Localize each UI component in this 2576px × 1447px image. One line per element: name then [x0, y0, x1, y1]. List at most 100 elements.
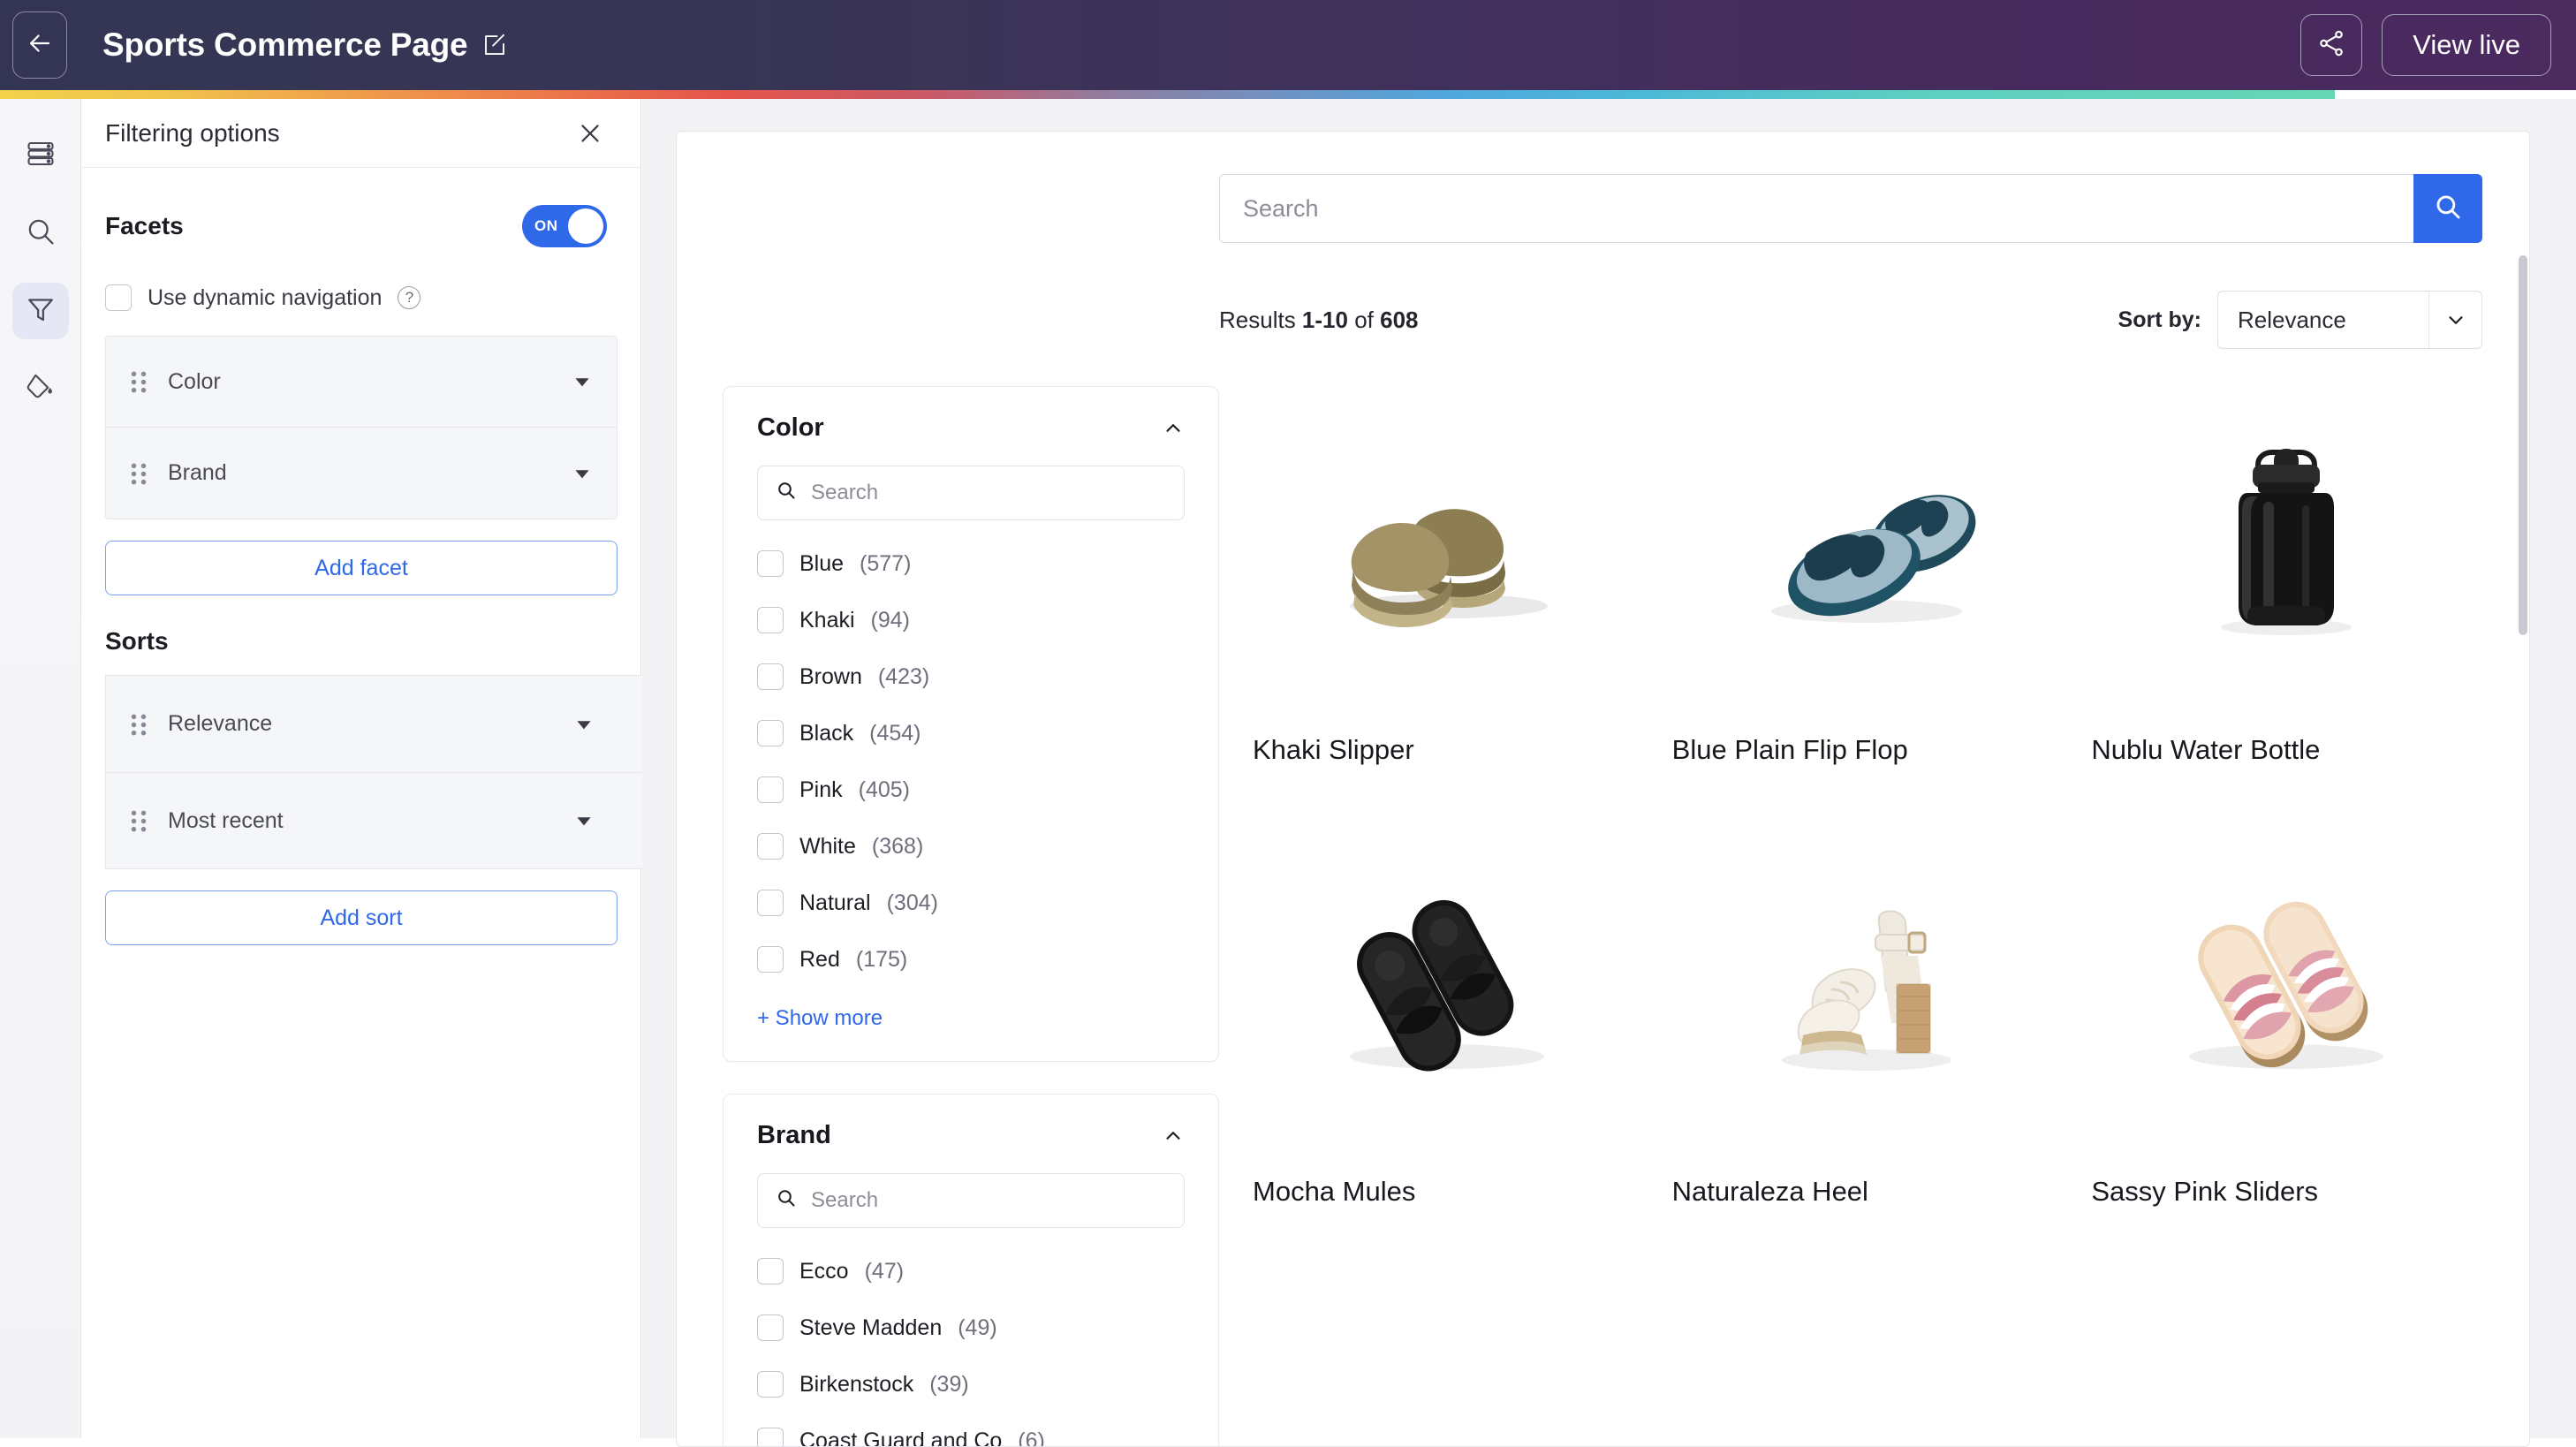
khaki-clog-slippers-image	[1253, 386, 1642, 693]
close-icon[interactable]	[575, 118, 605, 148]
facet-option-white[interactable]: White (368)	[757, 833, 1185, 860]
facets-toggle[interactable]: ON	[522, 205, 607, 247]
facet-option-count: (47)	[865, 1259, 904, 1284]
paint-bucket-icon	[25, 371, 57, 407]
chevron-down-icon[interactable]	[572, 713, 595, 736]
chevron-down-icon[interactable]	[571, 462, 594, 485]
rail-item-filter[interactable]	[12, 283, 69, 339]
rail-item-search[interactable]	[12, 205, 69, 261]
use-dynamic-navigation-checkbox[interactable]	[105, 284, 132, 311]
panel-title: Filtering options	[105, 119, 280, 148]
facet-option-black[interactable]: Black (454)	[757, 720, 1185, 746]
rail-item-paint[interactable]	[12, 360, 69, 417]
facet-row-label: Color	[168, 369, 221, 395]
preview-area: Search Results 1-10 of 608 Sort by: Rele…	[642, 99, 2576, 1438]
rail-item-database[interactable]	[12, 127, 69, 184]
facet-option-natural[interactable]: Natural (304)	[757, 890, 1185, 916]
facet-option-birkenstock[interactable]: Birkenstock (39)	[757, 1371, 1185, 1398]
facet-option-ecco[interactable]: Ecco (47)	[757, 1258, 1185, 1284]
facet-option-count: (454)	[869, 721, 921, 746]
product-card[interactable]: Blue Plain Flip Flop	[1672, 386, 2062, 828]
facet-checkbox[interactable]	[757, 720, 784, 746]
product-card[interactable]: Khaki Slipper	[1253, 386, 1642, 828]
results-prefix: Results	[1219, 307, 1302, 333]
facet-card-header[interactable]: Color	[757, 413, 1185, 443]
results-middle: of	[1348, 307, 1380, 333]
help-circle-icon[interactable]: ?	[398, 286, 420, 309]
drag-handle-icon[interactable]	[129, 710, 148, 739]
product-card[interactable]: Sassy Pink Sliders	[2091, 828, 2481, 1269]
facet-checkbox[interactable]	[757, 1314, 784, 1341]
facet-cards-column: Color Search Blue (577)	[723, 386, 1219, 1447]
facet-checkbox[interactable]	[757, 1258, 784, 1284]
chevron-down-icon[interactable]	[2428, 292, 2481, 348]
facet-option-count: (49)	[958, 1315, 996, 1341]
view-live-button[interactable]: View live	[2382, 14, 2551, 76]
facet-card-header[interactable]: Brand	[757, 1121, 1185, 1150]
facet-option-count: (39)	[929, 1372, 968, 1398]
product-card[interactable]: Nublu Water Bottle	[2091, 386, 2481, 828]
chevron-up-icon[interactable]	[1162, 1125, 1185, 1148]
facet-checkbox[interactable]	[757, 777, 784, 803]
search-input[interactable]: Search	[1219, 174, 2413, 243]
facet-checkbox[interactable]	[757, 550, 784, 577]
header-actions: View live	[2300, 14, 2551, 76]
sort-by-select[interactable]: Relevance	[2217, 291, 2482, 349]
drag-handle-icon[interactable]	[129, 459, 148, 488]
facet-option-red[interactable]: Red (175)	[757, 946, 1185, 973]
facet-search-input-brand[interactable]: Search	[757, 1173, 1185, 1228]
search-icon	[776, 480, 797, 507]
toggle-knob	[568, 208, 603, 244]
drag-handle-icon[interactable]	[129, 807, 148, 835]
add-sort-button[interactable]: Add sort	[105, 890, 617, 945]
facet-checkbox[interactable]	[757, 833, 784, 860]
facet-option-count: (405)	[859, 777, 910, 803]
tool-rail	[0, 99, 81, 1438]
facet-checkbox[interactable]	[757, 663, 784, 690]
facet-option-label: Pink	[799, 777, 843, 803]
black-water-bottle-image	[2091, 386, 2481, 693]
panel-body: Facets ON Use dynamic navigation ?	[82, 168, 640, 945]
chevron-up-icon[interactable]	[1162, 417, 1185, 440]
facet-option-khaki[interactable]: Khaki (94)	[757, 607, 1185, 633]
sorts-label: Sorts	[105, 627, 617, 655]
facet-option-steve-madden[interactable]: Steve Madden (49)	[757, 1314, 1185, 1341]
show-more-link-color[interactable]: + Show more	[757, 1006, 1185, 1031]
sort-row-most-recent[interactable]: Most recent	[105, 772, 653, 869]
back-button[interactable]	[12, 11, 67, 79]
add-facet-button[interactable]: Add facet	[105, 541, 617, 595]
facet-search-placeholder: Search	[811, 481, 878, 505]
content-scrollbar[interactable]	[2519, 255, 2527, 635]
facet-checkbox[interactable]	[757, 946, 784, 973]
share-button[interactable]	[2300, 14, 2362, 76]
search-submit-button[interactable]	[2413, 174, 2482, 243]
drag-handle-icon[interactable]	[129, 367, 148, 396]
facet-checkbox[interactable]	[757, 1371, 784, 1398]
facet-option-coast-guard-and-co[interactable]: Coast Guard and Co (6)	[757, 1428, 1185, 1447]
product-card[interactable]: Mocha Mules	[1253, 828, 1642, 1269]
facet-row-brand[interactable]: Brand	[106, 428, 617, 519]
sort-row-relevance[interactable]: Relevance	[105, 675, 653, 772]
chevron-down-icon[interactable]	[572, 809, 595, 832]
use-dynamic-navigation-row[interactable]: Use dynamic navigation ?	[105, 284, 617, 311]
chevron-down-icon[interactable]	[571, 370, 594, 393]
facet-option-brown[interactable]: Brown (423)	[757, 663, 1185, 690]
facet-search-input-color[interactable]: Search	[757, 466, 1185, 520]
facet-card-title: Color	[757, 413, 824, 443]
facet-checkbox[interactable]	[757, 607, 784, 633]
product-grid: Khaki Slipper	[1253, 386, 2481, 1269]
facet-option-pink[interactable]: Pink (405)	[757, 777, 1185, 803]
facet-option-count: (94)	[871, 608, 910, 633]
facet-checkbox[interactable]	[757, 890, 784, 916]
facet-row-color[interactable]: Color	[106, 337, 617, 428]
edit-pencil-icon[interactable]	[481, 32, 508, 58]
panel-header: Filtering options	[82, 99, 640, 168]
product-card[interactable]: Naturaleza Heel	[1672, 828, 2062, 1269]
facet-option-label: Blue	[799, 551, 844, 577]
facet-option-blue[interactable]: Blue (577)	[757, 550, 1185, 577]
facet-list: Color Brand	[105, 336, 617, 519]
pink-striped-sliders-image	[2091, 828, 2481, 1135]
search-row: Search	[1219, 174, 2482, 243]
search-icon	[2433, 192, 2463, 226]
facet-checkbox[interactable]	[757, 1428, 784, 1447]
